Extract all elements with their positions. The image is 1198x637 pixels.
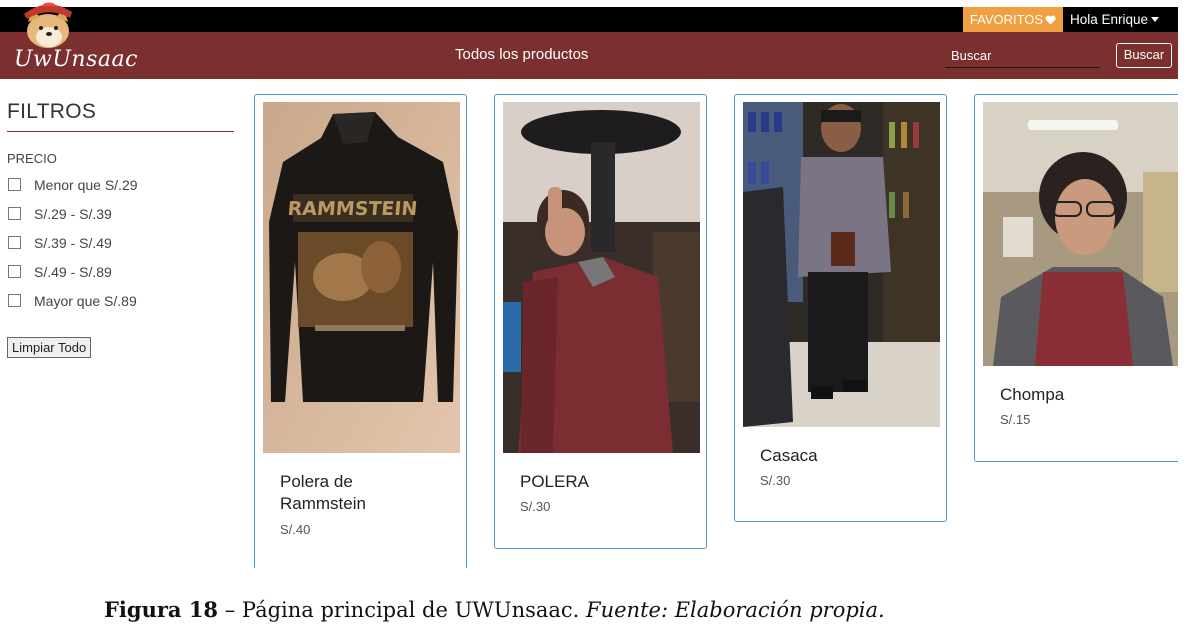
heart-icon [1045, 15, 1056, 25]
price-option-49-89[interactable]: S/.49 - S/.89 [7, 257, 234, 286]
nav-all-products-link[interactable]: Todos los productos [455, 46, 588, 63]
option-label: Menor que S/.29 [34, 176, 138, 193]
product-price: S/.30 [520, 499, 551, 514]
favorites-label: FAVORITOS [969, 12, 1044, 27]
user-menu-dropdown[interactable]: Hola Enrique [1070, 7, 1160, 32]
caption-text: – Página principal de UWUnsaac. [218, 598, 587, 622]
product-card[interactable]: RAMMSTEIN Polera de Rammstein S/.40 [254, 94, 467, 568]
person-red-sweater-photo[interactable] [983, 102, 1178, 366]
price-option-over-89[interactable]: Mayor que S/.89 [7, 286, 234, 315]
checkbox[interactable] [8, 265, 21, 278]
person-grey-jacket-store-photo[interactable] [743, 102, 940, 427]
top-bar: FAVORITOS Hola Enrique [0, 7, 1178, 32]
product-name[interactable]: Chompa [1000, 384, 1150, 406]
product-card[interactable]: Casaca S/.30 [734, 94, 947, 522]
product-card[interactable]: Chompa S/.15 [974, 94, 1178, 462]
product-name[interactable]: Casaca [760, 445, 910, 467]
option-label: S/.29 - S/.39 [34, 205, 112, 222]
chevron-down-icon [1151, 17, 1160, 22]
checkbox[interactable] [8, 207, 21, 220]
caption-source: Fuente: Elaboración propia. [586, 598, 885, 622]
option-label: Mayor que S/.89 [34, 292, 137, 309]
product-price: S/.40 [280, 522, 311, 537]
price-filter-label: PRECIO [7, 151, 57, 166]
price-option-39-49[interactable]: S/.39 - S/.49 [7, 228, 234, 257]
checkbox[interactable] [8, 178, 21, 191]
price-option-under-29[interactable]: Menor que S/.29 [7, 170, 234, 199]
price-option-29-39[interactable]: S/.29 - S/.39 [7, 199, 234, 228]
favorites-button[interactable]: FAVORITOS [963, 7, 1063, 32]
app-screen: FAVORITOS Hola Enrique UwUnsaac Todos lo… [0, 0, 1178, 568]
product-price: S/.30 [760, 473, 791, 488]
black-jacket-rammstein-photo[interactable]: RAMMSTEIN [263, 102, 460, 453]
figure-label: Figura 18 [104, 597, 219, 622]
shiba-dog-logo-icon[interactable] [19, 0, 77, 50]
checkbox[interactable] [8, 236, 21, 249]
main-navbar: UwUnsaac Todos los productos Buscar [0, 32, 1178, 79]
person-maroon-hoodie-photo[interactable] [503, 102, 700, 453]
product-name[interactable]: Polera de Rammstein [280, 471, 430, 515]
user-greeting: Hola Enrique [1070, 12, 1149, 27]
figure-caption: Figura 18 – Página principal de UWUnsaac… [104, 597, 885, 622]
product-name[interactable]: POLERA [520, 471, 670, 493]
option-label: S/.39 - S/.49 [34, 234, 112, 251]
svg-text:RAMMSTEIN: RAMMSTEIN [287, 198, 419, 220]
filters-title: FILTROS [7, 100, 234, 132]
logo-text[interactable]: UwUnsaac [14, 47, 138, 72]
clear-all-button[interactable]: Limpiar Todo [7, 337, 92, 358]
checkbox[interactable] [8, 294, 21, 307]
product-price: S/.15 [1000, 412, 1031, 427]
product-card[interactable]: POLERA S/.30 [494, 94, 707, 549]
filters-panel: FILTROS PRECIO Menor que S/.29 S/.29 - S… [7, 100, 234, 358]
search-input[interactable] [945, 44, 1100, 68]
option-label: S/.49 - S/.89 [34, 263, 112, 280]
search-button[interactable]: Buscar [1116, 43, 1172, 68]
